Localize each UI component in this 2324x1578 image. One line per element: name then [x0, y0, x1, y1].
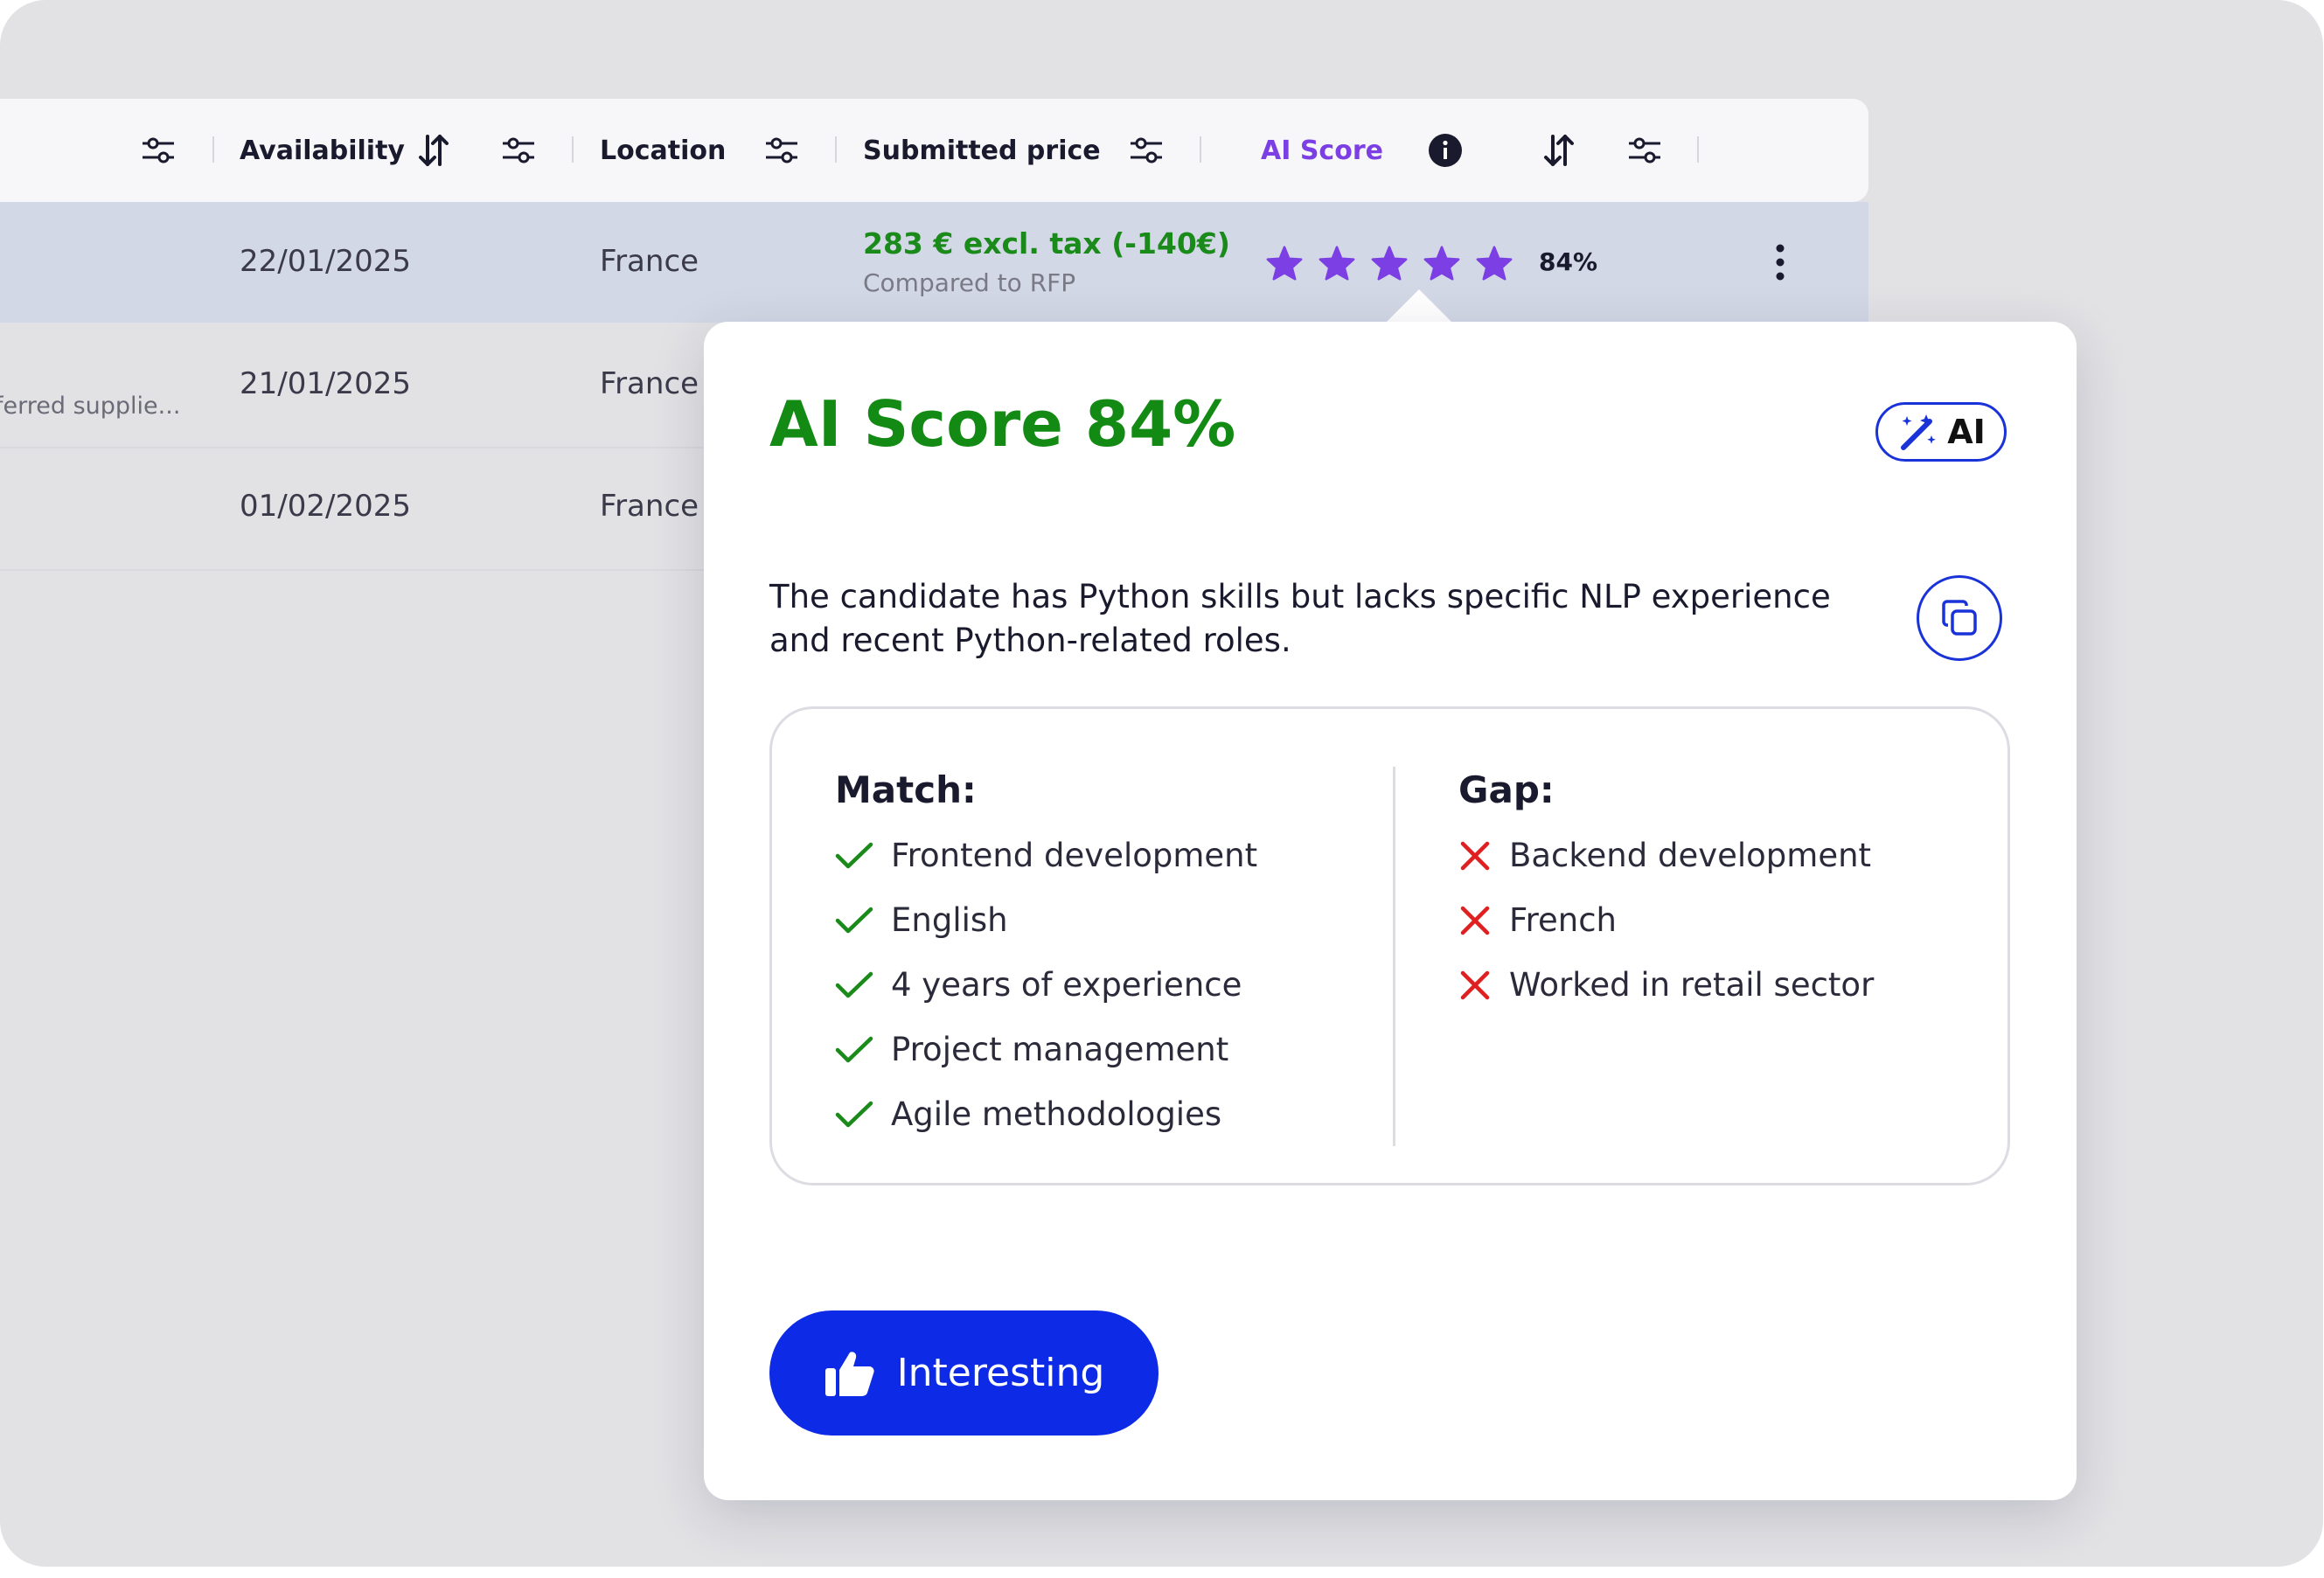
copy-button[interactable] [1917, 575, 2002, 661]
ai-badge: AI [1875, 402, 2007, 462]
match-item: English [835, 901, 1008, 939]
location-cell: France [600, 366, 699, 401]
sort-icon[interactable] [415, 132, 452, 169]
interesting-button[interactable]: Interesting [769, 1310, 1159, 1435]
availability-cell: 01/02/2025 [240, 489, 411, 524]
check-icon [835, 1101, 873, 1127]
ai-score-popup: AI Score 84% AI The candidate has Python… [704, 322, 2077, 1500]
more-vertical-icon[interactable] [1764, 241, 1796, 283]
price-note: Compared to RFP [863, 268, 1076, 297]
thumbs-up-icon [824, 1349, 876, 1398]
filter-icon[interactable] [1128, 132, 1165, 169]
price-cell: 283 € excl. tax (-140€) [863, 226, 1230, 261]
match-item: Frontend development [835, 837, 1257, 874]
filter-icon[interactable] [500, 132, 537, 169]
star-icon [1266, 246, 1303, 284]
star-icon [1476, 246, 1513, 284]
table-header: Availability Location Submitted price AI… [0, 99, 1868, 202]
x-icon [1460, 841, 1490, 870]
match-item: 4 years of experience [835, 966, 1242, 1004]
info-icon[interactable] [1427, 132, 1464, 169]
gap-item: French [1458, 901, 1617, 939]
table-row[interactable]: 22/01/2025 France 283 € excl. tax (-140€… [0, 202, 1868, 323]
ai-badge-label: AI [1947, 413, 1986, 451]
match-item: Agile methodologies [835, 1095, 1221, 1133]
col-header-submitted-price[interactable]: Submitted price [863, 136, 1101, 166]
supplier-note: ferred supplie... [0, 393, 181, 420]
match-item: Project management [835, 1031, 1228, 1068]
gap-title: Gap: [1458, 768, 1555, 811]
popup-title: AI Score 84% [769, 387, 1236, 461]
col-header-ai-score[interactable]: AI Score [1261, 136, 1383, 166]
sort-icon[interactable] [1541, 132, 1577, 169]
col-header-location[interactable]: Location [600, 136, 726, 166]
check-icon [835, 842, 873, 868]
filter-icon[interactable] [140, 132, 177, 169]
star-icon [1423, 246, 1460, 284]
filter-icon[interactable] [1626, 132, 1663, 169]
popup-pointer [1386, 289, 1452, 323]
availability-cell: 22/01/2025 [240, 244, 411, 279]
panel-divider [1393, 767, 1395, 1146]
x-icon [1460, 970, 1490, 999]
star-icon [1319, 246, 1355, 284]
col-header-availability[interactable]: Availability [240, 136, 405, 166]
ai-score-value: 84% [1539, 247, 1598, 276]
check-icon [835, 1036, 873, 1062]
check-icon [835, 907, 873, 933]
app-frame: Availability Location Submitted price AI… [0, 0, 2323, 1567]
copy-icon [1939, 598, 1980, 638]
match-title: Match: [835, 768, 977, 811]
interesting-button-label: Interesting [896, 1351, 1105, 1395]
location-cell: France [600, 489, 699, 524]
star-icon [1371, 246, 1408, 284]
filter-icon[interactable] [763, 132, 800, 169]
gap-item: Worked in retail sector [1458, 966, 1874, 1004]
x-icon [1460, 906, 1490, 935]
check-icon [835, 971, 873, 998]
ai-summary: The candidate has Python skills but lack… [769, 578, 1831, 659]
availability-cell: 21/01/2025 [240, 366, 411, 401]
location-cell: France [600, 244, 699, 279]
match-gap-panel: Match: Gap: Frontend development English… [769, 706, 2010, 1185]
gap-item: Backend development [1458, 837, 1871, 874]
magic-wand-icon [1896, 411, 1938, 453]
